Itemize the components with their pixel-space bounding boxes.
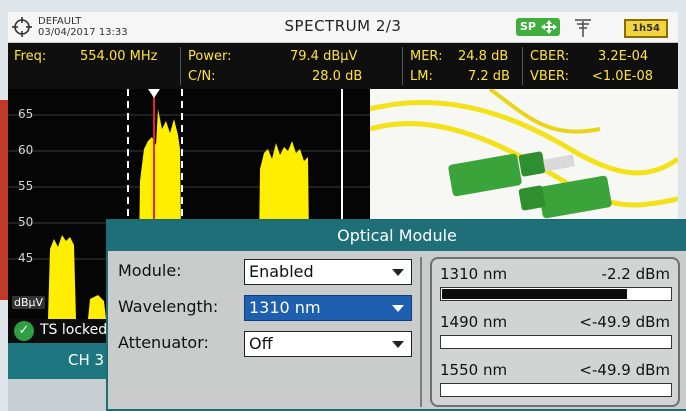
y-tick: 65 [18, 107, 34, 121]
dialog-title: Optical Module [108, 221, 686, 251]
freq-label: Freq: [14, 49, 47, 64]
reading-power: <-49.9 dBm [579, 361, 670, 379]
power-level-bar [440, 383, 672, 397]
y-tick: 60 [18, 143, 34, 157]
fiber-connector-image [370, 89, 678, 219]
power-label: Power: [188, 49, 232, 64]
y-tick: 45 [18, 251, 34, 265]
chevron-down-icon [392, 341, 404, 348]
check-icon: ✓ [14, 321, 34, 341]
move-arrows-icon [541, 20, 557, 34]
power-level-bar [440, 335, 672, 349]
reading-wavelength: 1490 nm [440, 313, 508, 331]
reading-wavelength: 1310 nm [440, 265, 508, 283]
y-tick: 50 [18, 215, 34, 229]
reading-power: -2.2 dBm [601, 265, 670, 283]
module-label: Module: [118, 261, 182, 280]
lm-value: 7.2 dB [468, 69, 510, 84]
separator [180, 47, 181, 85]
bottom-bezel [8, 379, 108, 411]
cn-value: 28.0 dB [312, 69, 363, 84]
lm-label: LM: [410, 69, 433, 84]
module-value: Enabled [249, 262, 314, 281]
y-tick: 55 [18, 179, 34, 193]
ts-status-text: TS locked [40, 322, 108, 338]
separator [402, 47, 403, 85]
power-level-bar [440, 287, 672, 301]
attenuator-value: Off [249, 334, 273, 353]
wavelength-dropdown[interactable]: 1310 nm [244, 295, 412, 321]
wavelength-value: 1310 nm [249, 298, 321, 317]
reading-power: <-49.9 dBm [579, 313, 670, 331]
vber-label: VBER: [530, 69, 570, 84]
channel-label: CH 3 [68, 351, 105, 369]
cber-value: 3.2E-04 [598, 49, 649, 64]
mer-value: 24.8 dB [458, 49, 509, 64]
header-bar: DEFAULT 03/04/2017 13:33 SPECTRUM 2/3 SP… [8, 12, 678, 43]
wavelength-label: Wavelength: [118, 297, 219, 316]
power-value: 79.4 dBµV [290, 49, 358, 64]
fiber-cable-illustration [370, 89, 678, 219]
chevron-down-icon [392, 305, 404, 312]
battery-indicator: 1h54 [624, 19, 668, 38]
module-dropdown[interactable]: Enabled [244, 259, 412, 285]
chevron-down-icon [392, 269, 404, 276]
ts-status: ✓ TS locked [8, 319, 108, 343]
freq-value: 554.00 MHz [80, 49, 158, 64]
analyzer-screen: DEFAULT 03/04/2017 13:33 SPECTRUM 2/3 SP… [0, 0, 686, 411]
divider [420, 257, 422, 407]
power-readings-panel: 1310 nm -2.2 dBm 1490 nm <-49.9 dBm 1550… [430, 257, 680, 407]
sp-badge[interactable]: SP [516, 18, 560, 36]
cber-label: CBER: [530, 49, 570, 64]
mer-label: MER: [410, 49, 443, 64]
attenuator-label: Attenuator: [118, 333, 209, 352]
unit-label: dBµV [12, 296, 46, 309]
attenuator-dropdown[interactable]: Off [244, 331, 412, 357]
power-level-fill [442, 289, 627, 299]
cn-label: C/N: [188, 69, 216, 84]
reading-wavelength: 1550 nm [440, 361, 508, 379]
vber-value: <1.0E-08 [592, 69, 654, 84]
measurement-bar: Freq: 554.00 MHz Power: 79.4 dBµV C/N: 2… [8, 43, 678, 89]
antenna-icon [575, 19, 591, 37]
channel-button[interactable]: CH 3 [8, 343, 108, 379]
sp-badge-label: SP [520, 20, 536, 33]
separator [522, 47, 523, 85]
optical-module-dialog: Optical Module Module: Enabled Wavelengt… [106, 219, 686, 411]
